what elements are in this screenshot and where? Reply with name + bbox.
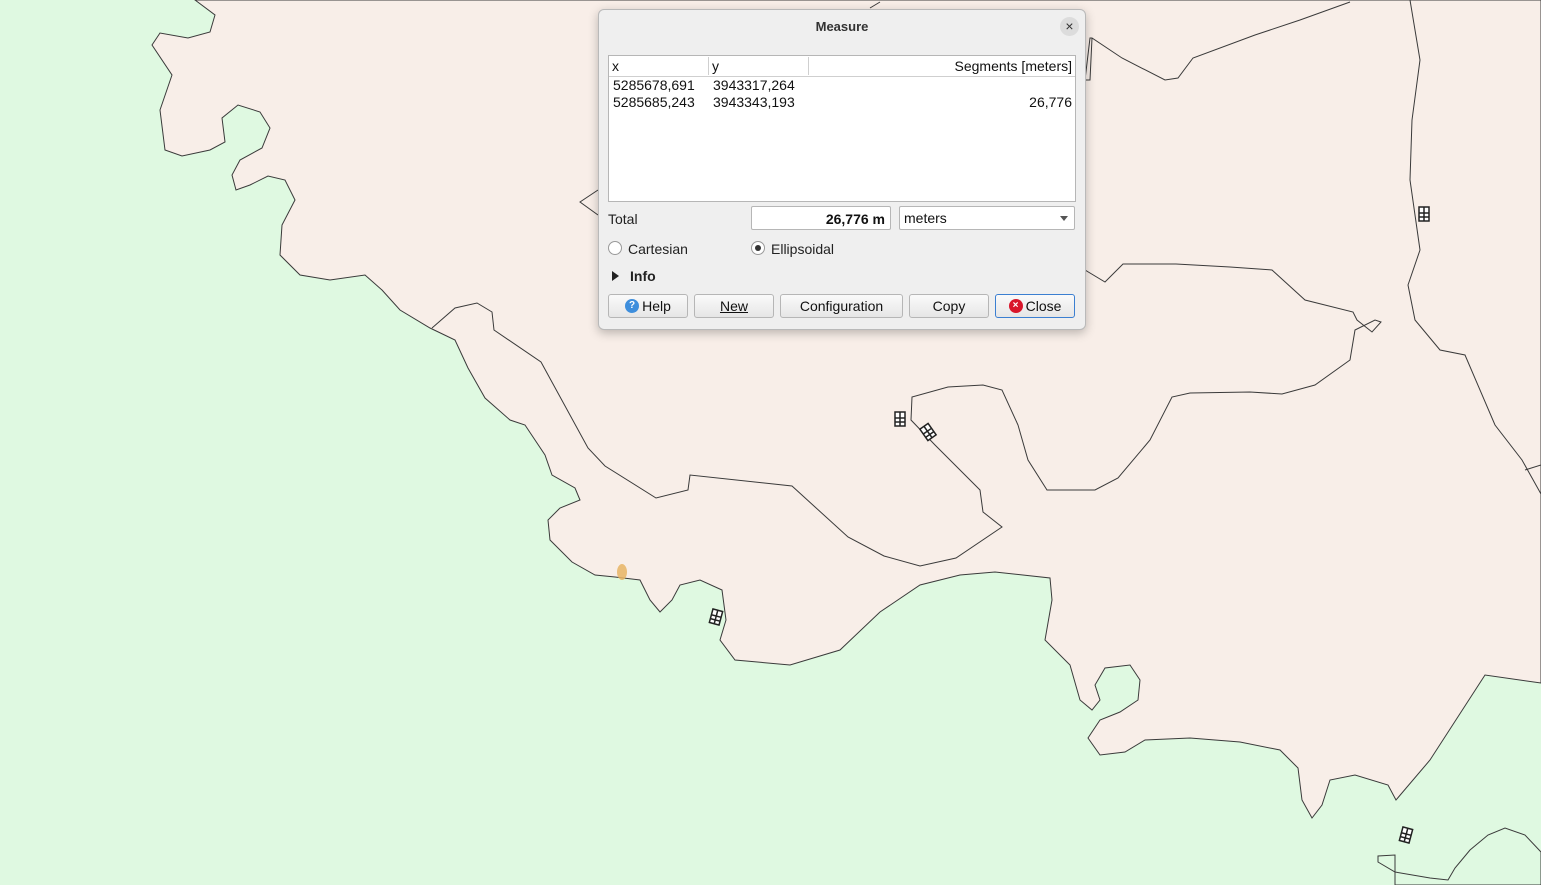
measure-dialog: Measure × x y Segments [meters] 5285678,… <box>598 9 1086 330</box>
help-icon: ? <box>625 298 640 313</box>
units-dropdown[interactable]: meters <box>899 206 1075 230</box>
help-button[interactable]: ? Help <box>608 294 688 318</box>
table-row[interactable]: 5285678,691 3943317,264 <box>609 77 1075 94</box>
cell-segment: 26,776 <box>1029 94 1072 110</box>
measure-point-marker <box>617 564 627 580</box>
column-header-segments[interactable]: Segments [meters] <box>955 56 1073 76</box>
column-header-x[interactable]: x <box>612 56 619 76</box>
help-button-label: Help <box>642 298 671 314</box>
column-divider[interactable] <box>708 57 709 75</box>
total-value-field[interactable]: 26,776 m <box>751 206 891 230</box>
chevron-down-icon <box>1060 216 1068 221</box>
radio-cartesian-label[interactable]: Cartesian <box>628 241 688 257</box>
column-divider[interactable] <box>808 57 809 75</box>
configuration-button[interactable]: Configuration <box>780 294 903 318</box>
total-label: Total <box>608 211 638 227</box>
dialog-titlebar[interactable]: Measure × <box>599 10 1085 44</box>
units-selected: meters <box>904 210 947 226</box>
copy-button-label: Copy <box>932 298 966 314</box>
close-icon[interactable]: × <box>1060 17 1079 36</box>
configuration-button-label: Configuration <box>799 298 884 314</box>
cell-y: 3943343,193 <box>713 94 795 110</box>
dialog-title: Measure <box>815 19 869 34</box>
building-icon <box>1418 206 1430 222</box>
close-button-label: Close <box>1025 298 1062 314</box>
radio-ellipsoidal-label[interactable]: Ellipsoidal <box>771 241 834 257</box>
expand-arrow-icon[interactable] <box>612 271 619 281</box>
cell-x: 5285685,243 <box>613 94 695 110</box>
cell-y: 3943317,264 <box>713 77 795 93</box>
table-header: x y Segments [meters] <box>609 56 1075 77</box>
column-header-y[interactable]: y <box>712 56 719 76</box>
close-button[interactable]: × Close <box>995 294 1075 318</box>
new-button[interactable]: New <box>694 294 774 318</box>
close-circle-icon: × <box>1008 298 1023 313</box>
radio-cartesian[interactable] <box>608 241 622 255</box>
info-section-toggle[interactable]: Info <box>630 268 656 284</box>
building-icon <box>894 411 906 427</box>
radio-ellipsoidal[interactable] <box>751 241 765 255</box>
copy-button[interactable]: Copy <box>909 294 989 318</box>
table-row[interactable]: 5285685,243 3943343,193 26,776 <box>609 94 1075 111</box>
cell-x: 5285678,691 <box>613 77 695 93</box>
radio-selected-dot <box>755 245 761 251</box>
measurements-table[interactable]: x y Segments [meters] 5285678,691 394331… <box>608 55 1076 202</box>
new-button-label: New <box>719 298 748 314</box>
